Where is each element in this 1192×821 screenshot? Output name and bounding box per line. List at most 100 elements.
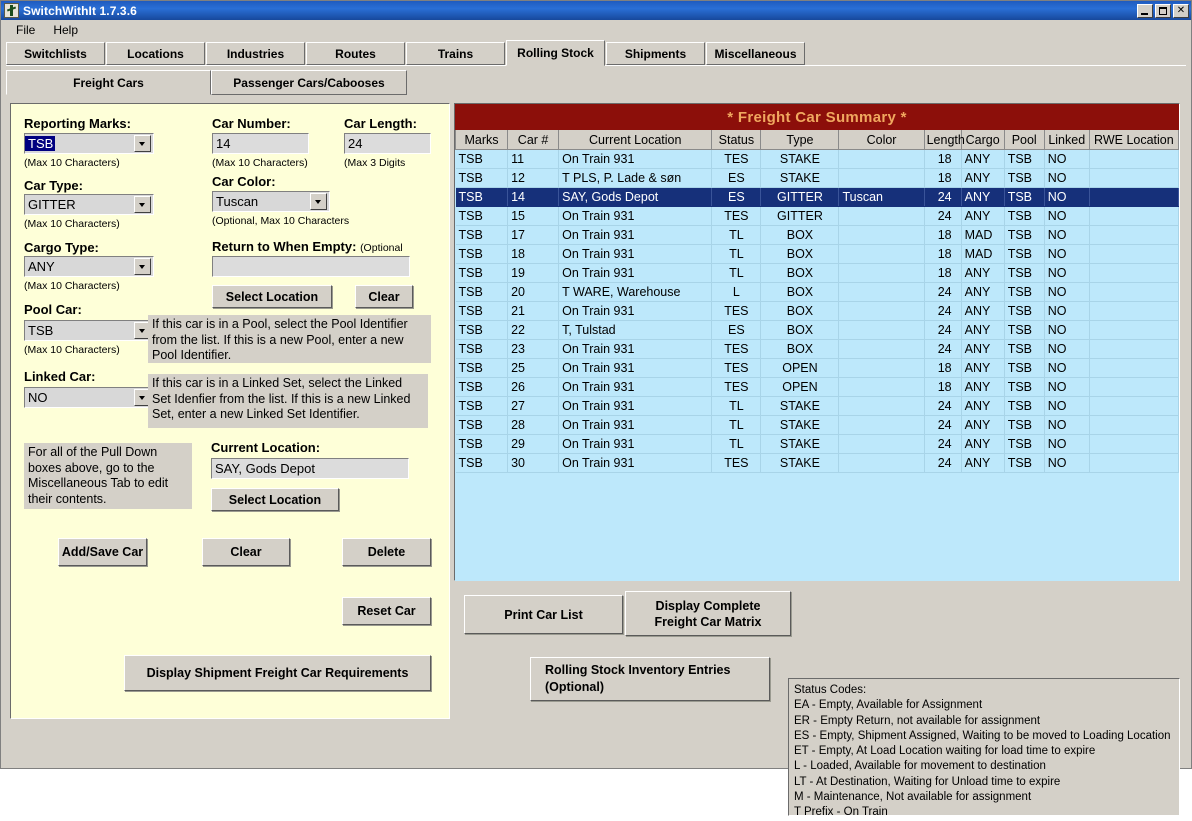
column-header-status[interactable]: Status bbox=[711, 130, 762, 150]
table-row[interactable]: TSB 23 On Train 931 TES BOX 24 ANY TSB NO bbox=[455, 339, 1180, 359]
table-cell-linked: NO bbox=[1044, 244, 1090, 264]
title-bar: SwitchWithIt 1.7.3.6 ✕ bbox=[1, 1, 1191, 20]
table-row[interactable]: TSB 21 On Train 931 TES BOX 24 ANY TSB NO bbox=[455, 301, 1180, 321]
tab-switchlists[interactable]: Switchlists bbox=[6, 42, 105, 65]
status-code-line: ER - Empty Return, not available for ass… bbox=[794, 714, 1041, 727]
table-cell-color bbox=[838, 396, 925, 416]
rwe-clear-button[interactable]: Clear bbox=[355, 285, 413, 308]
delete-button[interactable]: Delete bbox=[342, 538, 431, 566]
subtab-freight-cars[interactable]: Freight Cars bbox=[6, 70, 211, 95]
table-empty-area bbox=[455, 473, 1179, 581]
table-row[interactable]: TSB 12 T PLS, P. Lade & søn ES STAKE 18 ANY TSB… bbox=[455, 168, 1180, 188]
table-row[interactable]: TSB 25 On Train 931 TES OPEN 18 ANY TSB NO bbox=[455, 358, 1180, 378]
car-color-value: Tuscan bbox=[216, 194, 259, 209]
chevron-down-icon[interactable] bbox=[134, 135, 151, 152]
table-row[interactable]: TSB 18 On Train 931 TL BOX 18 MAD TSB NO bbox=[455, 244, 1180, 264]
column-header-car-number[interactable]: Car # bbox=[507, 130, 560, 150]
column-header-marks[interactable]: Marks bbox=[454, 130, 509, 150]
table-cell-length: 24 bbox=[924, 415, 962, 435]
linked-car-info: If this car is in a Linked Set, select t… bbox=[148, 374, 428, 428]
table-cell-rwe bbox=[1089, 187, 1180, 207]
chevron-down-icon[interactable] bbox=[134, 196, 151, 213]
table-row[interactable]: TSB 19 On Train 931 TL BOX 18 ANY TSB NO bbox=[455, 263, 1180, 283]
minimize-icon[interactable] bbox=[1137, 3, 1153, 18]
column-header-length[interactable]: Length bbox=[923, 130, 965, 150]
table-row[interactable]: TSB 28 On Train 931 TL STAKE 24 ANY TSB NO bbox=[455, 415, 1180, 435]
table-cell-location: T PLS, P. Lade & søn bbox=[558, 168, 713, 188]
table-row[interactable]: TSB 30 On Train 931 TES STAKE 24 ANY TSB NO bbox=[455, 453, 1180, 473]
close-icon[interactable]: ✕ bbox=[1173, 3, 1189, 18]
tab-rolling-stock[interactable]: Rolling Stock bbox=[506, 40, 605, 66]
table-cell-linked: NO bbox=[1044, 434, 1090, 454]
column-header-linked[interactable]: Linked bbox=[1043, 130, 1090, 150]
table-cell-linked: NO bbox=[1044, 206, 1090, 226]
tab-shipments[interactable]: Shipments bbox=[606, 42, 705, 65]
add-save-car-button[interactable]: Add/Save Car bbox=[58, 538, 147, 566]
table-row[interactable]: TSB 22 T, Tulstad ES BOX 24 ANY TSB NO bbox=[455, 320, 1180, 340]
table-cell-length: 18 bbox=[924, 149, 962, 169]
column-header-rwe-location[interactable]: RWE Location bbox=[1088, 130, 1180, 150]
table-cell-cargo: ANY bbox=[961, 415, 1005, 435]
cargo-type-combo[interactable]: ANY bbox=[24, 256, 154, 277]
table-row[interactable]: TSB 11 On Train 931 TES STAKE 18 ANY TSB NO bbox=[455, 149, 1180, 169]
car-type-combo[interactable]: GITTER bbox=[24, 194, 154, 215]
table-cell-length: 24 bbox=[924, 320, 962, 340]
display-freight-car-matrix-button[interactable]: Display Complete Freight Car Matrix bbox=[625, 591, 791, 636]
table-cell-status: TL bbox=[711, 225, 762, 245]
tab-miscellaneous[interactable]: Miscellaneous bbox=[706, 42, 805, 65]
menu-item-help[interactable]: Help bbox=[44, 21, 87, 39]
tab-locations[interactable]: Locations bbox=[106, 42, 205, 65]
column-header-cargo[interactable]: Cargo bbox=[960, 130, 1005, 150]
table-row[interactable]: TSB 26 On Train 931 TES OPEN 18 ANY TSB NO bbox=[455, 377, 1180, 397]
display-shipment-requirements-button[interactable]: Display Shipment Freight Car Requirement… bbox=[124, 655, 431, 691]
table-row[interactable]: TSB 27 On Train 931 TL STAKE 24 ANY TSB NO bbox=[455, 396, 1180, 416]
clear-button[interactable]: Clear bbox=[202, 538, 290, 566]
chevron-down-icon[interactable] bbox=[310, 193, 327, 210]
subtab-passenger-cars[interactable]: Passenger Cars/Cabooses bbox=[211, 70, 407, 95]
table-row[interactable]: TSB 20 T WARE, Warehouse L BOX 24 ANY TSB NO bbox=[455, 282, 1180, 302]
menu-item-file[interactable]: File bbox=[7, 21, 44, 39]
tab-routes[interactable]: Routes bbox=[306, 42, 405, 65]
tab-trains[interactable]: Trains bbox=[406, 42, 505, 65]
column-header-pool[interactable]: Pool bbox=[1003, 130, 1045, 150]
rolling-stock-inventory-button[interactable]: Rolling Stock Inventory Entries (Optiona… bbox=[530, 657, 770, 701]
reset-car-button[interactable]: Reset Car bbox=[342, 597, 431, 625]
return-when-empty-label-text: Return to When Empty: bbox=[212, 239, 357, 254]
table-cell-pool: TSB bbox=[1004, 282, 1045, 302]
tab-industries[interactable]: Industries bbox=[206, 42, 305, 65]
rwe-select-location-button[interactable]: Select Location bbox=[212, 285, 332, 308]
car-color-hint: (Optional, Max 10 Characters bbox=[212, 215, 350, 227]
column-header-color[interactable]: Color bbox=[838, 130, 925, 150]
table-cell-pool: TSB bbox=[1004, 263, 1045, 283]
reporting-marks-combo[interactable]: TSB bbox=[24, 133, 154, 154]
column-header-current-location[interactable]: Current Location bbox=[558, 130, 713, 150]
car-number-input[interactable]: 14 bbox=[212, 133, 309, 154]
table-cell-cargo: ANY bbox=[961, 187, 1005, 207]
table-cell-location: T WARE, Warehouse bbox=[558, 282, 713, 302]
table-cell-linked: NO bbox=[1044, 377, 1090, 397]
table-row[interactable]: TSB 14 SAY, Gods Depot ES GITTER Tuscan 24 ANY T… bbox=[455, 187, 1180, 207]
reporting-marks-hint: (Max 10 Characters) bbox=[24, 157, 120, 169]
table-cell-marks: TSB bbox=[455, 168, 509, 188]
return-when-empty-input[interactable] bbox=[212, 256, 410, 277]
print-car-list-button[interactable]: Print Car List bbox=[464, 595, 623, 634]
table-cell-type: GITTER bbox=[760, 206, 840, 226]
table-row[interactable]: TSB 29 On Train 931 TL STAKE 24 ANY TSB NO bbox=[455, 434, 1180, 454]
current-select-location-button[interactable]: Select Location bbox=[211, 488, 339, 511]
column-header-type[interactable]: Type bbox=[760, 130, 840, 150]
car-type-value: GITTER bbox=[28, 197, 76, 212]
pool-car-combo[interactable]: TSB bbox=[24, 320, 154, 341]
table-row[interactable]: TSB 15 On Train 931 TES GITTER 24 ANY TSB NO bbox=[455, 206, 1180, 226]
chevron-down-icon[interactable] bbox=[134, 258, 151, 275]
maximize-icon[interactable] bbox=[1155, 3, 1171, 18]
table-cell-color bbox=[838, 206, 925, 226]
table-body: TSB 11 On Train 931 TES STAKE 18 ANY TSB NO TSB 12… bbox=[455, 149, 1180, 473]
table-row[interactable]: TSB 17 On Train 931 TL BOX 18 MAD TSB NO bbox=[455, 225, 1180, 245]
linked-car-combo[interactable]: NO bbox=[24, 387, 154, 408]
table-cell-location: On Train 931 bbox=[558, 263, 713, 283]
table-cell-cargo: ANY bbox=[961, 396, 1005, 416]
car-length-input[interactable]: 24 bbox=[344, 133, 431, 154]
current-location-input[interactable]: SAY, Gods Depot bbox=[211, 458, 409, 479]
car-color-combo[interactable]: Tuscan bbox=[212, 191, 330, 212]
table-cell-type: STAKE bbox=[760, 168, 840, 188]
